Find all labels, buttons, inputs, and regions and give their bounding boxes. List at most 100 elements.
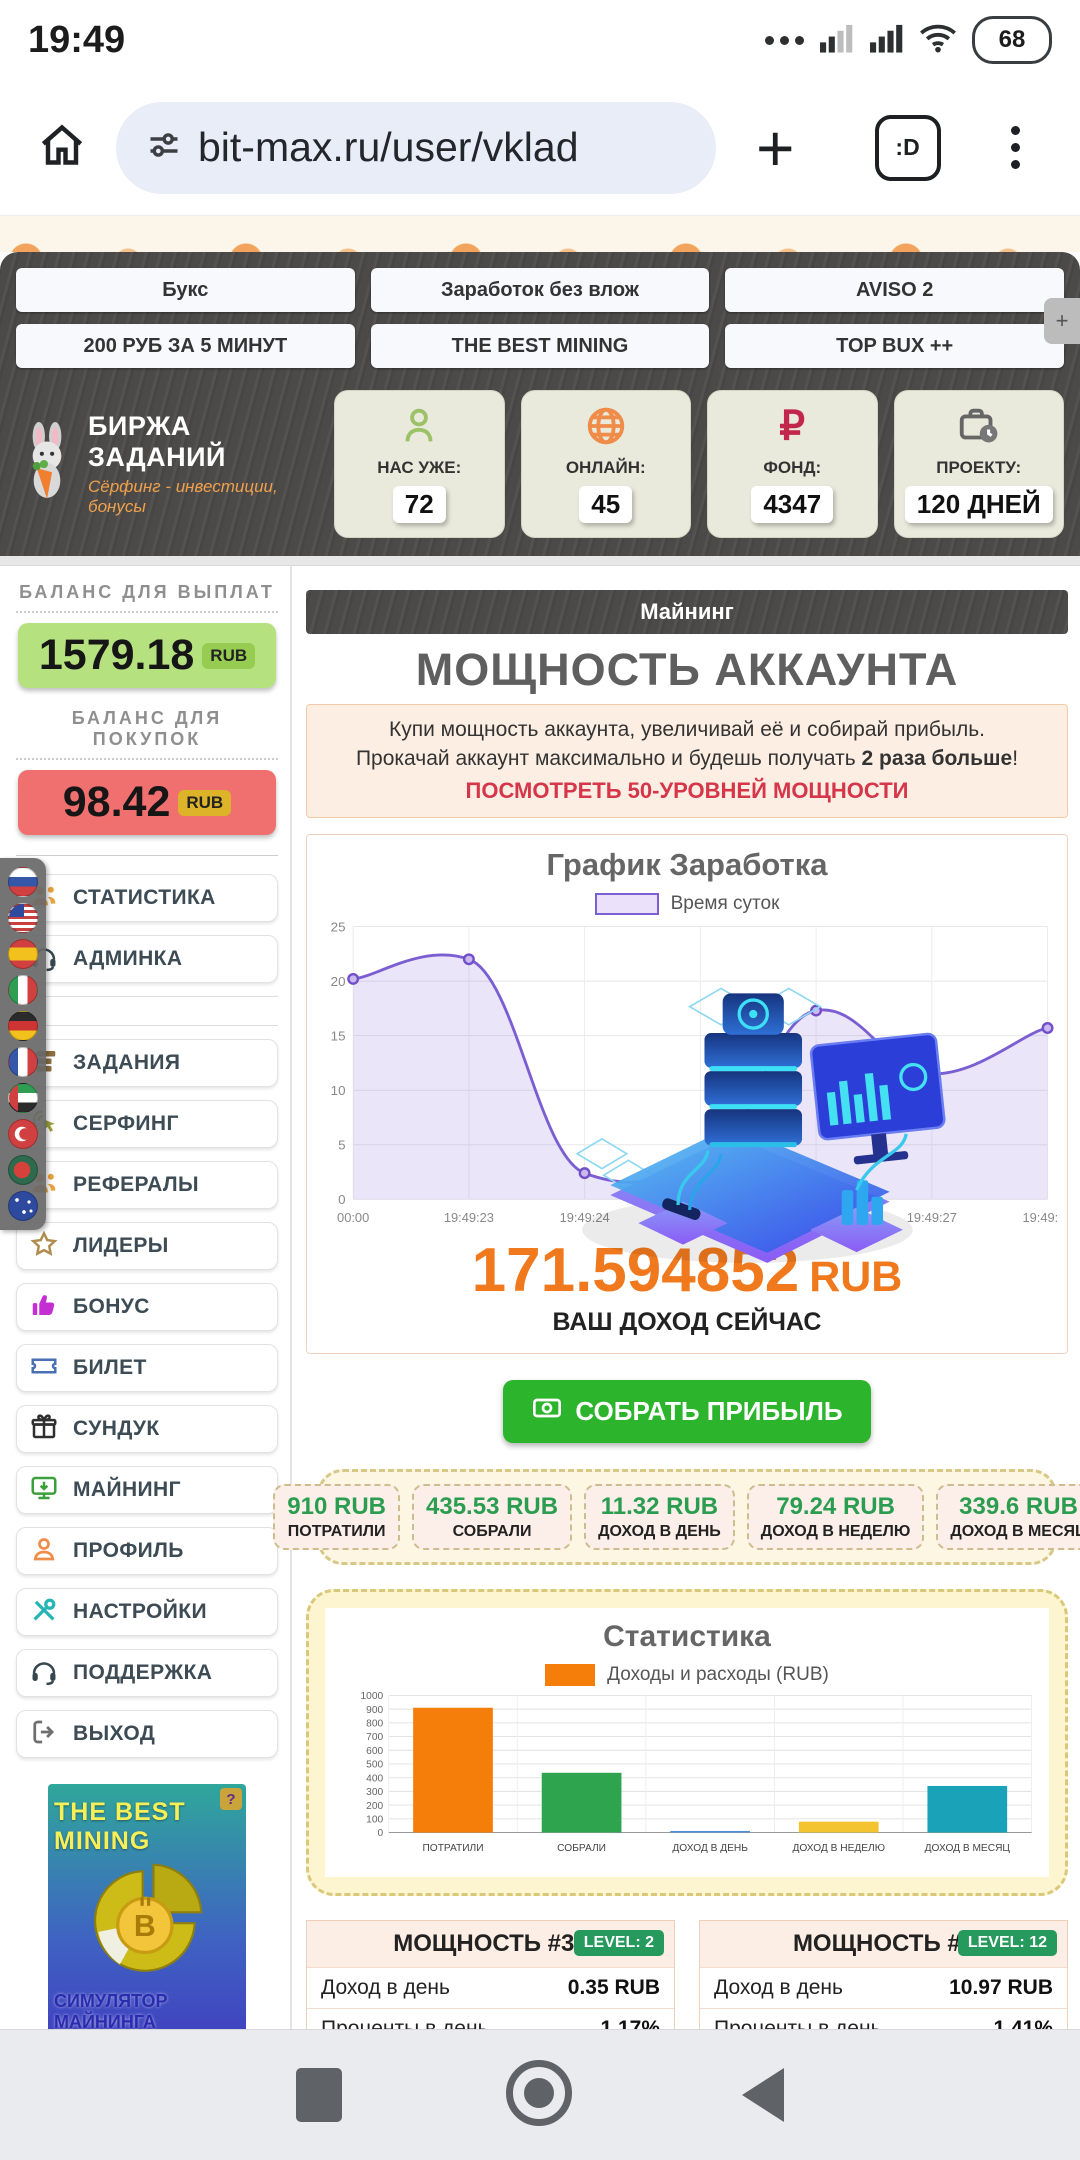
tools-icon [29,1595,59,1630]
total-pill: 339.6 RUBДОХОД В МЕСЯЦ [936,1484,1080,1550]
ad-button[interactable]: Заработок без влож [371,268,710,312]
power-row: Проценты в день1.17% [307,2008,674,2029]
address-bar[interactable]: bit-max.ru/user/vklad [116,102,716,194]
payout-balance: 1579.18 RUB [18,623,276,688]
level-badge: LEVEL: 2 [574,1930,664,1956]
svg-text:800: 800 [366,1719,383,1730]
sidebar-ad-banner[interactable]: THE BEST MINING B СИМУЛЯТОР МАЙНИНГА ? [48,1784,246,2029]
flag-tr[interactable] [8,1119,38,1149]
totals-row: 910 RUBПОТРАТИЛИ435.53 RUBСОБРАЛИ11.32 R… [317,1469,1056,1565]
battery-indicator: 68 [972,16,1052,64]
stats-chart-card: Статистика Доходы и расходы (RUB) 010020… [306,1589,1068,1896]
sidebar-item-statistics[interactable]: СТАТИСТИКА [16,874,278,922]
ad-button[interactable]: THE BEST MINING [371,324,710,368]
income-value: 171.594852 [472,1236,800,1305]
svg-text:ДОХОД В НЕДЕЛЮ: ДОХОД В НЕДЕЛЮ [792,1843,885,1854]
power-row: Доход в день10.97 RUB [700,1967,1067,2008]
expand-ads-button[interactable]: + [1044,298,1080,344]
ad-button[interactable]: 200 РУБ ЗА 5 МИНУТ [16,324,355,368]
tune-icon[interactable] [146,127,182,168]
banner-title: THE BEST MINING [54,1798,240,1856]
power-card: МОЩНОСТЬ #33 LEVEL: 2 Доход в день0.35 R… [306,1920,675,2029]
tab-switcher-button[interactable]: :D [875,115,941,181]
exit-icon [29,1717,59,1752]
sidebar-item-mining[interactable]: МАЙНИНГ [16,1466,278,1514]
site-logo[interactable]: БИРЖА ЗАДАНИЙ Сёрфинг - инвестиции, бону… [16,411,316,517]
svg-text:0: 0 [377,1829,383,1840]
clock: 19:49 [28,19,125,62]
new-tab-button[interactable]: + [756,115,795,181]
ad-button[interactable]: TOP BUX ++ [725,324,1064,368]
status-bar: 19:49 68 [0,0,1080,80]
svg-text:900: 900 [366,1705,383,1716]
sidebar-item-bonus[interactable]: БОНУС [16,1283,278,1331]
recents-button[interactable] [296,2068,342,2122]
flag-es[interactable] [8,939,38,969]
web-page: Букс Заработок без влож AVISO 2 200 РУБ ЗА … [0,215,1080,2029]
back-button[interactable] [742,2068,784,2122]
flag-ae[interactable] [8,1083,38,1113]
svg-text:100: 100 [366,1815,383,1826]
user-icon [396,403,442,454]
divider [0,556,1080,566]
flag-de[interactable] [8,1011,38,1041]
sidebar-item-referrals[interactable]: РЕФЕРАЛЫ [16,1161,278,1209]
payout-balance-value: 1579.18 [39,631,194,680]
sidebar-item-surfing[interactable]: СЕРФИНГ [16,1100,278,1148]
flag-au[interactable] [8,1191,38,1221]
flag-it[interactable] [8,975,38,1005]
wifi-icon [918,21,958,60]
svg-text:19:49:23: 19:49:23 [444,1210,494,1225]
svg-text:СОБРАЛИ: СОБРАЛИ [557,1843,606,1854]
site-stats: НАС УЖЕ: 72 ОНЛАЙН: 45₽ ФОНД: 4347 ПРОЕК… [334,390,1064,538]
star-icon [29,1229,59,1264]
power-cards: МОЩНОСТЬ #33 LEVEL: 2 Доход в день0.35 R… [306,1920,1068,2029]
payout-currency-badge: RUB [202,643,255,669]
svg-text:20: 20 [331,973,346,988]
stat-label: ПРОЕКТУ: [936,458,1021,478]
stats-chart-title: Статистика [335,1620,1039,1654]
url-text[interactable]: bit-max.ru/user/vklad [198,124,579,171]
sidebar-item-admin[interactable]: АДМИНКА [16,935,278,983]
home-icon[interactable] [34,117,90,178]
sidebar-item-tasks[interactable]: ЗАДАНИЯ [16,1039,278,1087]
ad-button[interactable]: Букс [16,268,355,312]
power-levels-link[interactable]: ПОСМОТРЕТЬ 50-УРОВНЕЙ МОЩНОСТИ [321,776,1053,807]
home-button[interactable] [506,2060,572,2126]
site-header: БИРЖА ЗАДАНИЙ Сёрфинг - инвестиции, бону… [0,380,1080,556]
top-ad-panel: Букс Заработок без влож AVISO 2 200 РУБ ЗА … [0,252,1080,556]
stat-value: 45 [579,486,632,523]
ad-button[interactable]: AVISO 2 [725,268,1064,312]
browser-toolbar: bit-max.ru/user/vklad + :D [0,80,1080,215]
legend-swatch [545,1664,595,1686]
sidebar-item-leaders[interactable]: ЛИДЕРЫ [16,1222,278,1270]
menu-separator [16,996,278,1026]
flag-us[interactable] [8,903,38,933]
sidebar-item-chest[interactable]: СУНДУК [16,1405,278,1453]
svg-text:700: 700 [366,1733,383,1744]
svg-text:5: 5 [338,1137,345,1152]
flag-bd[interactable] [8,1155,38,1185]
case-icon [956,403,1002,454]
browser-menu-button[interactable] [1011,126,1020,169]
stat-value: 120 ДНЕЙ [905,486,1053,523]
sidebar-item-settings[interactable]: НАСТРОЙКИ [16,1588,278,1636]
purchase-currency-badge: RUB [178,790,231,816]
sidebar-item-exit[interactable]: ВЫХОД [16,1710,278,1758]
total-pill: 79.24 RUBДОХОД В НЕДЕЛЮ [747,1484,925,1550]
sidebar-item-ticket[interactable]: БИЛЕТ [16,1344,278,1392]
promo-line1: Купи мощность аккаунта, увеличивай её и … [389,718,985,741]
flag-fr[interactable] [8,1047,38,1077]
income-caption: ВАШ ДОХОД СЕЙЧАС [315,1308,1059,1337]
sidebar-item-profile[interactable]: ПРОФИЛЬ [16,1527,278,1575]
headset-icon [29,1656,59,1691]
rabbit-logo-icon [16,421,78,508]
collect-profit-button[interactable]: СОБРАТЬ ПРИБЫЛЬ [503,1380,870,1443]
banner-help-icon: ? [220,1788,242,1810]
section-title-bar: Майнинг [306,590,1068,634]
ruble-icon: ₽ [769,403,815,454]
svg-text:10: 10 [331,1083,346,1098]
flag-ru[interactable] [8,867,38,897]
svg-text:00:00: 00:00 [337,1210,369,1225]
sidebar-item-support[interactable]: ПОДДЕРЖКА [16,1649,278,1697]
